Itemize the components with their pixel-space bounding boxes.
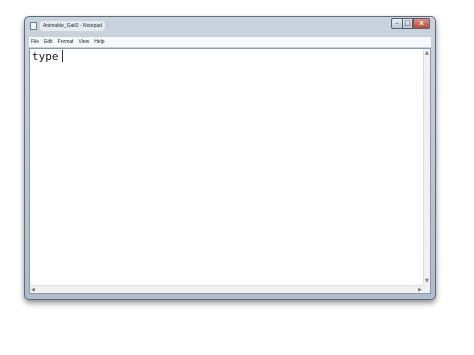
editor-text: type <box>32 50 59 63</box>
caption-buttons: – □ x <box>391 18 430 29</box>
close-button[interactable]: x <box>413 18 430 29</box>
vertical-scrollbar[interactable]: ▲ ▼ <box>423 49 430 285</box>
menu-edit[interactable]: Edit <box>44 37 53 47</box>
text-editor[interactable]: type ▲ ▼ ◀ ▶ <box>29 48 431 294</box>
editor-text-line[interactable]: type <box>32 50 63 64</box>
title-bar[interactable]: Animable_Gait2 - Notepad – □ x <box>25 17 435 35</box>
text-caret <box>61 50 63 62</box>
window-title: Animable_Gait2 - Notepad <box>40 21 105 31</box>
arrow-down-icon[interactable]: ▼ <box>425 278 429 284</box>
menu-file[interactable]: File <box>31 37 39 47</box>
minimize-button[interactable]: – <box>391 18 402 29</box>
arrow-right-icon[interactable]: ▶ <box>418 287 422 293</box>
arrow-left-icon[interactable]: ◀ <box>31 287 35 293</box>
menu-help[interactable]: Help <box>94 37 104 47</box>
maximize-button[interactable]: □ <box>402 18 413 29</box>
size-grip[interactable] <box>423 285 430 293</box>
horizontal-scrollbar[interactable]: ◀ ▶ <box>30 285 423 293</box>
arrow-up-icon[interactable]: ▲ <box>425 50 429 56</box>
menu-format[interactable]: Format <box>58 37 74 47</box>
notepad-icon[interactable] <box>30 22 37 30</box>
menu-view[interactable]: View <box>79 37 90 47</box>
menu-bar: File Edit Format View Help <box>29 37 431 47</box>
notepad-window: Animable_Gait2 - Notepad – □ x File Edit… <box>24 16 436 300</box>
